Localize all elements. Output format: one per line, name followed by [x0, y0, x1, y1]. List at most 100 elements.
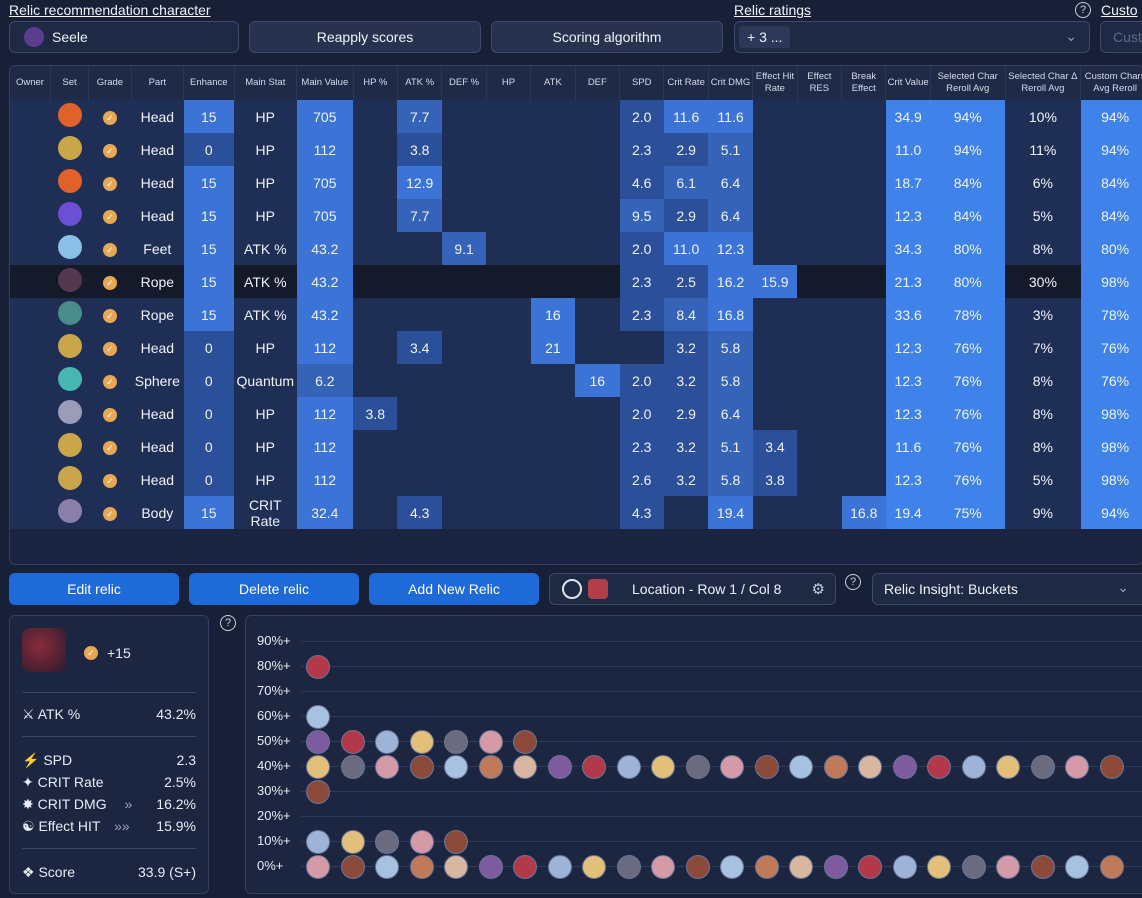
character-avatar[interactable] — [789, 855, 813, 879]
character-avatar[interactable] — [616, 755, 641, 779]
character-avatar[interactable] — [306, 705, 330, 729]
character-avatar[interactable] — [340, 730, 365, 754]
col-atk[interactable]: ATK — [530, 66, 576, 100]
character-avatar[interactable] — [1099, 755, 1124, 779]
character-avatar[interactable] — [1065, 855, 1089, 879]
character-avatar[interactable] — [375, 830, 399, 854]
character-avatar[interactable] — [651, 855, 675, 879]
table-row[interactable]: ✓ Head 15 HP 705 7.7 9.5 2.9 6.4 12.3 84% 5% 84% — [10, 199, 1142, 232]
col-main-value[interactable]: Main Value — [296, 66, 354, 100]
character-avatar[interactable] — [306, 830, 330, 854]
col-crit-rate[interactable]: Crit Rate — [663, 66, 709, 100]
col-selected-delta-reroll[interactable]: Selected Char Δ Reroll Avg — [1005, 66, 1082, 100]
relic-insight-select[interactable]: Relic Insight: Buckets ⌄ — [872, 573, 1142, 605]
scoring-algorithm-button[interactable]: Scoring algorithm — [491, 21, 723, 53]
table-row[interactable]: ✓ Head 0 HP 112 2.6 3.2 5.8 3.8 12.3 76% 5% 98% — [10, 463, 1142, 496]
character-avatar[interactable] — [306, 755, 330, 779]
character-avatar[interactable] — [513, 755, 537, 779]
character-avatar[interactable] — [1065, 755, 1089, 779]
help-icon[interactable]: ? — [1075, 2, 1091, 18]
relic-ratings-select[interactable]: + 3 ... ⌄ — [734, 21, 1090, 53]
table-row[interactable]: ✓ Body 15 CRIT Rate 32.4 4.3 4.3 19.4 16.8 19.4 75… — [10, 496, 1142, 529]
col-grade[interactable]: Grade — [88, 66, 132, 100]
character-avatar[interactable] — [444, 755, 468, 779]
col-hp-pct[interactable]: HP % — [353, 66, 398, 100]
col-def-pct[interactable]: DEF % — [441, 66, 487, 100]
add-new-relic-button[interactable]: Add New Relic — [369, 573, 539, 605]
character-select[interactable]: Seele — [9, 21, 239, 53]
table-row[interactable]: ✓ Head 15 HP 705 7.7 2.0 11.6 11.6 34.9 94% 10% 94% — [10, 100, 1142, 133]
character-avatar[interactable] — [409, 755, 434, 779]
character-avatar[interactable] — [513, 855, 537, 879]
character-avatar[interactable] — [409, 830, 434, 854]
character-avatar[interactable] — [720, 855, 744, 879]
character-avatar[interactable] — [582, 855, 606, 879]
character-avatar[interactable] — [858, 855, 882, 879]
character-avatar[interactable] — [754, 755, 779, 779]
character-avatar[interactable] — [616, 855, 641, 879]
col-crit-value[interactable]: Crit Value — [885, 66, 931, 100]
character-avatar[interactable] — [754, 855, 779, 879]
character-avatar[interactable] — [651, 755, 675, 779]
table-row[interactable]: ✓ Head 0 HP 112 3.4 21 3.2 5.8 12.3 76% 7% 76% — [10, 331, 1142, 364]
table-row[interactable]: ✓ Feet 15 ATK % 43.2 9.1 2.0 11.0 12.3 34.3 80% 8% 8… — [10, 232, 1142, 265]
character-avatar[interactable] — [478, 730, 503, 754]
col-part[interactable]: Part — [131, 66, 185, 100]
help-icon[interactable]: ? — [220, 615, 236, 631]
col-main-stat[interactable]: Main Stat — [234, 66, 298, 100]
character-avatar[interactable] — [720, 755, 744, 779]
character-avatar[interactable] — [340, 855, 365, 879]
col-def[interactable]: DEF — [575, 66, 621, 100]
col-effect-hit[interactable]: Effect Hit Rate — [752, 66, 798, 100]
character-avatar[interactable] — [892, 755, 917, 779]
character-avatar[interactable] — [858, 755, 882, 779]
character-avatar[interactable] — [582, 755, 606, 779]
col-hp[interactable]: HP — [486, 66, 532, 100]
character-avatar[interactable] — [340, 830, 365, 854]
character-avatar[interactable] — [478, 855, 503, 879]
col-crit-dmg[interactable]: Crit DMG — [708, 66, 754, 100]
character-avatar[interactable] — [375, 755, 399, 779]
character-avatar[interactable] — [444, 730, 468, 754]
help-icon[interactable]: ? — [845, 574, 861, 590]
delete-relic-button[interactable]: Delete relic — [189, 573, 359, 605]
col-break-effect[interactable]: Break Effect — [841, 66, 887, 100]
character-avatar[interactable] — [892, 855, 917, 879]
edit-relic-button[interactable]: Edit relic — [9, 573, 179, 605]
col-enhance[interactable]: Enhance — [183, 66, 235, 100]
custom-chars-input[interactable]: Custo — [1100, 21, 1142, 53]
character-avatar[interactable] — [789, 755, 813, 779]
character-avatar[interactable] — [823, 755, 848, 779]
character-avatar[interactable] — [927, 755, 951, 779]
col-selected-reroll-avg[interactable]: Selected Char Reroll Avg — [930, 66, 1006, 100]
table-row[interactable]: ✓ Head 0 HP 112 3.8 2.3 2.9 5.1 11.0 94% 11% 94% — [10, 133, 1142, 166]
character-avatar[interactable] — [409, 855, 434, 879]
character-avatar[interactable] — [306, 780, 330, 804]
character-avatar[interactable] — [444, 830, 468, 854]
character-avatar[interactable] — [961, 855, 986, 879]
character-avatar[interactable] — [1030, 755, 1055, 779]
col-set[interactable]: Set — [50, 66, 90, 100]
table-row[interactable]: ✓ Rope 15 ATK % 43.2 2.3 2.5 16.2 15.9 21.3 80% 30%… — [10, 265, 1142, 298]
table-row[interactable]: ✓ Rope 15 ATK % 43.2 16 2.3 8.4 16.8 33.6 78% 3% 78% — [10, 298, 1142, 331]
character-avatar[interactable] — [444, 855, 468, 879]
character-avatar[interactable] — [547, 855, 572, 879]
table-row[interactable]: ✓ Head 0 HP 112 2.3 3.2 5.1 3.4 11.6 76% 8% 98% — [10, 430, 1142, 463]
character-avatar[interactable] — [1030, 855, 1055, 879]
character-avatar[interactable] — [306, 655, 330, 679]
gear-icon[interactable]: ⚙ — [812, 580, 825, 598]
character-avatar[interactable] — [996, 755, 1020, 779]
table-row[interactable]: ✓ Sphere 0 Quantum 6.2 16 2.0 3.2 5.8 12.3 76% 8% 76… — [10, 364, 1142, 397]
character-avatar[interactable] — [547, 755, 572, 779]
character-avatar[interactable] — [375, 855, 399, 879]
col-custom-avg-reroll[interactable]: Custom Chars Avg Reroll — [1080, 66, 1142, 100]
character-avatar[interactable] — [685, 855, 710, 879]
col-owner[interactable]: Owner — [10, 66, 51, 100]
character-avatar[interactable] — [409, 730, 434, 754]
character-avatar[interactable] — [823, 855, 848, 879]
character-avatar[interactable] — [513, 730, 537, 754]
reapply-scores-button[interactable]: Reapply scores — [249, 21, 481, 53]
col-atk-pct[interactable]: ATK % — [397, 66, 443, 100]
col-spd[interactable]: SPD — [619, 66, 665, 100]
character-avatar[interactable] — [961, 755, 986, 779]
